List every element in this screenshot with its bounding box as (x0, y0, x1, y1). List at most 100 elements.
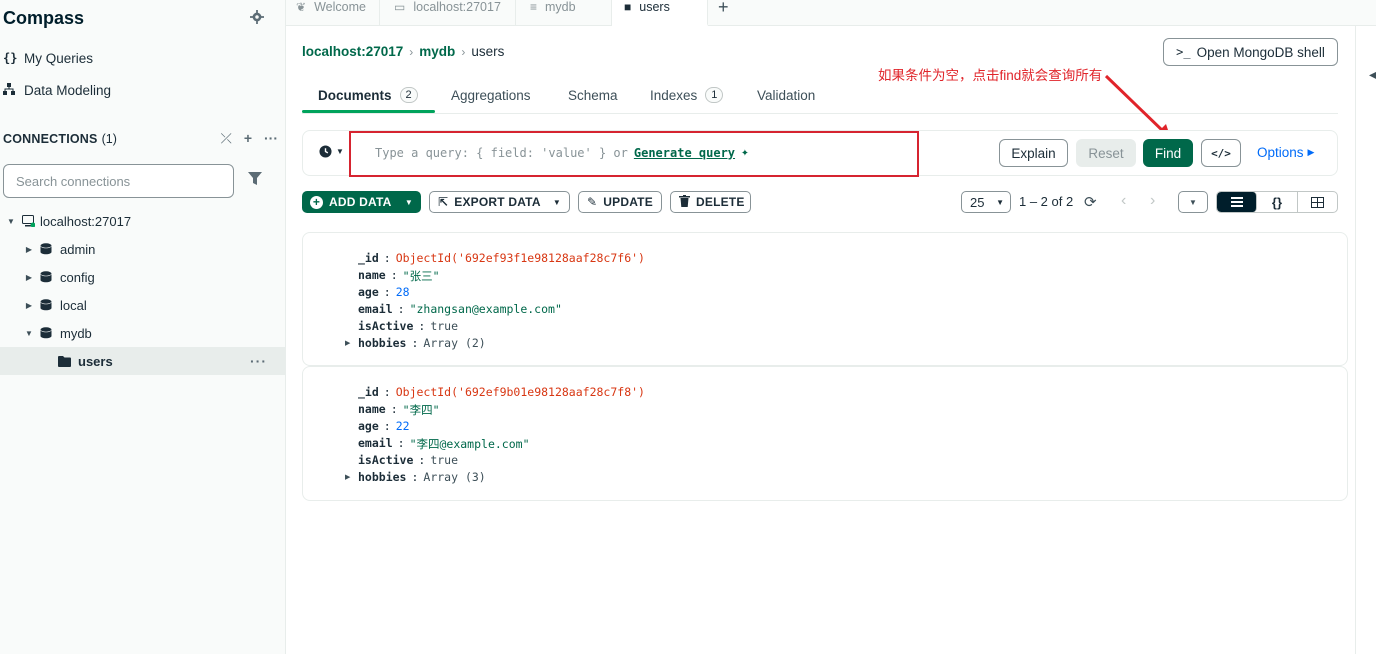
update-button[interactable]: ✎ UPDATE (578, 191, 662, 213)
caret-right-icon: ▶ (1307, 147, 1315, 157)
documents-count-badge: 2 (399, 87, 418, 103)
document-card[interactable]: _id: ObjectId('692ef9b01e98128aaf28c7f8')… (302, 366, 1348, 501)
tab-indexes[interactable]: Indexes 1 (650, 84, 724, 106)
field-id: _id: ObjectId('692ef93f1e98128aaf28c7f6') (358, 251, 645, 265)
tree-db-mydb[interactable]: ▼ mydb (0, 319, 285, 347)
folder-icon (58, 355, 71, 367)
collapse-all-icon[interactable]: ⤫ (221, 130, 232, 147)
explain-button[interactable]: Explain (999, 139, 1068, 167)
expand-caret-icon[interactable]: ▶ (345, 339, 350, 347)
field-value: true (430, 319, 459, 333)
indexes-count-badge: 1 (705, 87, 724, 103)
database-icon (40, 271, 52, 283)
json-view-icon[interactable]: {} (1257, 192, 1298, 212)
sidebar: Compass {} My Queries Data Modeling CONN… (0, 0, 286, 654)
nav-data-modeling-label: Data Modeling (24, 82, 112, 98)
code-icon: </> (1211, 146, 1231, 160)
prev-page-icon[interactable]: ‹ (1121, 192, 1126, 210)
query-history-button[interactable]: ▼ (319, 145, 344, 158)
tab-label: users (639, 0, 670, 14)
folder-icon: ■ (624, 0, 632, 14)
tab-indexes-label: Indexes (650, 87, 698, 103)
field-email: email: "zhangsan@example.com" (358, 302, 562, 316)
collapse-panel-icon[interactable]: ◀ (1369, 70, 1376, 81)
caret-right-icon[interactable]: ▶ (24, 245, 34, 254)
breadcrumb: localhost:27017 › mydb › users (302, 44, 504, 59)
nav-my-queries[interactable]: {} My Queries (3, 48, 93, 68)
caret-down-icon: ▼ (996, 197, 1004, 207)
tab-aggregations-label: Aggregations (451, 87, 531, 103)
field-value: "zhangsan@example.com" (409, 302, 562, 316)
field-hobbies: hobbies: Array (3) (358, 470, 486, 484)
next-page-icon[interactable]: › (1150, 192, 1155, 210)
filter-icon[interactable] (248, 172, 264, 188)
caret-down-icon[interactable]: ▼ (24, 329, 34, 338)
export-data-button[interactable]: ⇱ EXPORT DATA ▼ (429, 191, 570, 213)
pagination-info: 1 – 2 of 2 (1019, 194, 1074, 209)
tab-schema[interactable]: Schema (568, 84, 618, 106)
tab-mydb[interactable]: ≡ mydb (516, 0, 612, 26)
tab-users[interactable]: ■ users (612, 0, 708, 26)
tree-collection-users[interactable]: users ··· (0, 347, 285, 375)
clock-icon (319, 145, 332, 158)
caret-right-icon[interactable]: ▶ (24, 273, 34, 282)
tree-db-admin[interactable]: ▶ admin (0, 235, 285, 263)
search-connections-input[interactable] (16, 173, 221, 189)
nav-my-queries-label: My Queries (24, 50, 94, 66)
pencil-icon: ✎ (587, 195, 598, 209)
field-hobbies: hobbies: Array (2) (358, 336, 486, 350)
delete-button[interactable]: DELETE (670, 191, 751, 213)
generate-query-link[interactable]: Generate query (634, 146, 735, 160)
field-value: "张三" (402, 269, 440, 283)
view-toggle: {} (1216, 191, 1338, 213)
tab-localhost[interactable]: ▭ localhost:27017 (380, 0, 516, 26)
code-view-button[interactable]: </> (1201, 139, 1241, 167)
list-view-icon[interactable] (1217, 192, 1258, 212)
table-view-icon[interactable] (1298, 192, 1337, 212)
refresh-icon[interactable]: ⟳ (1084, 193, 1097, 211)
add-connection-icon[interactable]: + (244, 130, 252, 147)
query-filter-input[interactable]: Type a query: { field: 'value' } or Gene… (375, 145, 749, 160)
tree-db-local[interactable]: ▶ local (0, 291, 285, 319)
settings-gear-icon[interactable] (250, 10, 266, 26)
add-tab-icon[interactable]: + (718, 0, 729, 18)
add-data-label: ADD DATA (329, 195, 392, 209)
field-value: true (430, 453, 459, 467)
tab-welcome[interactable]: ❦ Welcome (286, 0, 380, 26)
caret-down-icon: ▼ (404, 197, 413, 207)
connections-count: (1) (101, 132, 117, 146)
chevron-right-icon: › (409, 44, 414, 59)
trash-icon (679, 194, 690, 210)
sort-dropdown[interactable]: ▼ (1178, 191, 1208, 213)
add-data-button[interactable]: + ADD DATA ▼ (302, 191, 421, 213)
field-value: 28 (395, 285, 410, 299)
expand-caret-icon[interactable]: ▶ (345, 473, 350, 481)
caret-right-icon[interactable]: ▶ (24, 301, 34, 310)
find-button[interactable]: Find (1143, 139, 1193, 167)
tab-validation[interactable]: Validation (757, 84, 815, 106)
collection-subtabs: Documents 2 Aggregations Schema Indexes … (302, 80, 1338, 114)
tab-documents[interactable]: Documents 2 (318, 84, 418, 106)
tab-aggregations[interactable]: Aggregations (451, 84, 531, 106)
document-card[interactable]: _id: ObjectId('692ef93f1e98128aaf28c7f6')… (302, 232, 1348, 366)
nav-data-modeling[interactable]: Data Modeling (3, 80, 111, 100)
reset-button[interactable]: Reset (1076, 139, 1136, 167)
connections-menu-icon[interactable]: ··· (264, 130, 278, 147)
field-isactive: isActive: true (358, 453, 459, 467)
export-icon: ⇱ (438, 195, 449, 209)
options-toggle[interactable]: Options ▶ (1257, 145, 1314, 160)
tree-db-config[interactable]: ▶ config (0, 263, 285, 291)
open-shell-button[interactable]: >_ Open MongoDB shell (1163, 38, 1338, 66)
breadcrumb-db[interactable]: mydb (419, 44, 455, 59)
collection-menu-icon[interactable]: ··· (250, 353, 267, 369)
annotation-note: 如果条件为空，点击find就会查询所有 (878, 68, 1103, 83)
diagram-icon (3, 82, 19, 98)
tree-connection-localhost[interactable]: ▼ localhost:27017 (0, 207, 285, 235)
update-label: UPDATE (603, 195, 653, 209)
tab-documents-label: Documents (318, 87, 392, 103)
page-size-select[interactable]: 25 ▼ (961, 191, 1011, 213)
breadcrumb-host[interactable]: localhost:27017 (302, 44, 403, 59)
connections-header: CONNECTIONS (1) ⤫ + ··· (3, 130, 278, 148)
database-icon (40, 299, 52, 311)
caret-down-icon[interactable]: ▼ (6, 217, 16, 226)
